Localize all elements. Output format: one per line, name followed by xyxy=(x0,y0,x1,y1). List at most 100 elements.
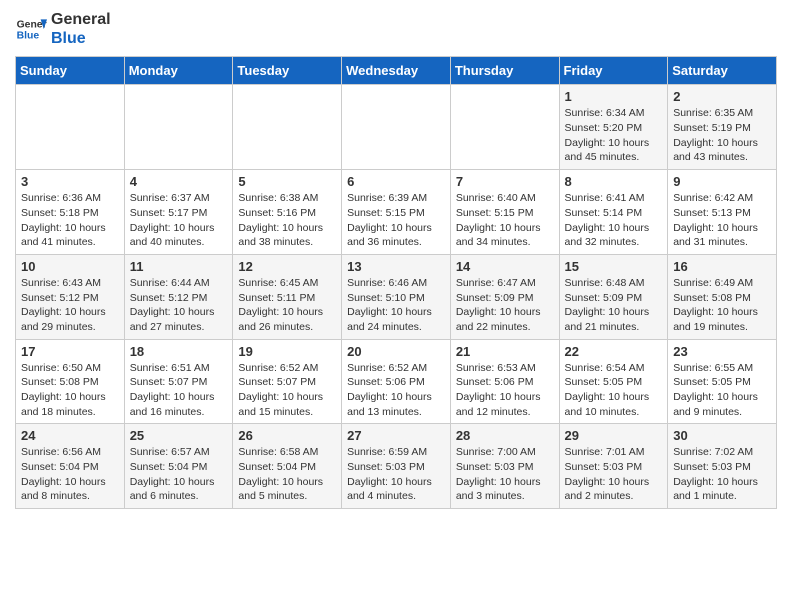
calendar-cell: 19 Sunrise: 6:52 AM Sunset: 5:07 PM Dayli… xyxy=(233,339,342,424)
day-number: 14 xyxy=(456,259,554,274)
calendar-cell: 11 Sunrise: 6:44 AM Sunset: 5:12 PM Dayli… xyxy=(124,254,233,339)
calendar-cell: 5Sunrise: 6:38 AM Sunset: 5:16 PM Daylig… xyxy=(233,170,342,255)
day-number: 6 xyxy=(347,174,445,189)
day-info: Sunrise: 6:54 AM Sunset: 5:05 PM Dayligh… xyxy=(565,361,663,420)
calendar-cell: 22 Sunrise: 6:54 AM Sunset: 5:05 PM Dayli… xyxy=(559,339,668,424)
day-number: 20 xyxy=(347,344,445,359)
calendar-cell: 15 Sunrise: 6:48 AM Sunset: 5:09 PM Dayli… xyxy=(559,254,668,339)
svg-text:Blue: Blue xyxy=(17,31,40,42)
day-number: 28 xyxy=(456,428,554,443)
day-info: Sunrise: 6:59 AM Sunset: 5:03 PM Dayligh… xyxy=(347,445,445,504)
weekday-header-wednesday: Wednesday xyxy=(342,57,451,85)
day-info: Sunrise: 6:50 AM Sunset: 5:08 PM Dayligh… xyxy=(21,361,119,420)
day-number: 29 xyxy=(565,428,663,443)
day-info: Sunrise: 6:36 AM Sunset: 5:18 PM Dayligh… xyxy=(21,191,119,250)
calendar-body: 1Sunrise: 6:34 AM Sunset: 5:20 PM Daylig… xyxy=(16,85,777,509)
day-info: Sunrise: 6:42 AM Sunset: 5:13 PM Dayligh… xyxy=(673,191,771,250)
calendar-cell: 16 Sunrise: 6:49 AM Sunset: 5:08 PM Dayli… xyxy=(668,254,777,339)
day-number: 2 xyxy=(673,89,771,104)
day-number: 15 xyxy=(565,259,663,274)
day-info: Sunrise: 7:02 AM Sunset: 5:03 PM Dayligh… xyxy=(673,445,771,504)
day-info: Sunrise: 6:47 AM Sunset: 5:09 PM Dayligh… xyxy=(456,276,554,335)
weekday-header-tuesday: Tuesday xyxy=(233,57,342,85)
calendar-cell xyxy=(124,85,233,170)
week-row-2: 3 Sunrise: 6:36 AM Sunset: 5:18 PM Daylig… xyxy=(16,170,777,255)
day-number: 25 xyxy=(130,428,228,443)
day-info: Sunrise: 6:51 AM Sunset: 5:07 PM Dayligh… xyxy=(130,361,228,420)
day-number: 4 xyxy=(130,174,228,189)
day-info: Sunrise: 6:41 AM Sunset: 5:14 PM Dayligh… xyxy=(565,191,663,250)
calendar-cell: 1Sunrise: 6:34 AM Sunset: 5:20 PM Daylig… xyxy=(559,85,668,170)
day-info: Sunrise: 7:01 AM Sunset: 5:03 PM Dayligh… xyxy=(565,445,663,504)
calendar-cell: 9 Sunrise: 6:42 AM Sunset: 5:13 PM Daylig… xyxy=(668,170,777,255)
weekday-header-friday: Friday xyxy=(559,57,668,85)
day-number: 22 xyxy=(565,344,663,359)
day-info: Sunrise: 6:46 AM Sunset: 5:10 PM Dayligh… xyxy=(347,276,445,335)
calendar-cell: 23Sunrise: 6:55 AM Sunset: 5:05 PM Dayli… xyxy=(668,339,777,424)
day-number: 17 xyxy=(21,344,119,359)
day-info: Sunrise: 6:35 AM Sunset: 5:19 PM Dayligh… xyxy=(673,106,771,165)
calendar-cell: 4 Sunrise: 6:37 AM Sunset: 5:17 PM Daylig… xyxy=(124,170,233,255)
day-info: Sunrise: 6:53 AM Sunset: 5:06 PM Dayligh… xyxy=(456,361,554,420)
calendar-cell xyxy=(233,85,342,170)
calendar-cell: 26 Sunrise: 6:58 AM Sunset: 5:04 PM Dayli… xyxy=(233,424,342,509)
calendar-cell xyxy=(16,85,125,170)
day-info: Sunrise: 6:49 AM Sunset: 5:08 PM Dayligh… xyxy=(673,276,771,335)
week-row-3: 10Sunrise: 6:43 AM Sunset: 5:12 PM Dayli… xyxy=(16,254,777,339)
day-number: 1 xyxy=(565,89,663,104)
day-number: 11 xyxy=(130,259,228,274)
day-info: Sunrise: 6:37 AM Sunset: 5:17 PM Dayligh… xyxy=(130,191,228,250)
day-info: Sunrise: 6:56 AM Sunset: 5:04 PM Dayligh… xyxy=(21,445,119,504)
day-info: Sunrise: 6:58 AM Sunset: 5:04 PM Dayligh… xyxy=(238,445,336,504)
day-number: 16 xyxy=(673,259,771,274)
calendar-cell xyxy=(342,85,451,170)
page-header: General Blue General Blue xyxy=(15,10,777,48)
calendar-cell: 6 Sunrise: 6:39 AM Sunset: 5:15 PM Daylig… xyxy=(342,170,451,255)
day-number: 27 xyxy=(347,428,445,443)
day-number: 21 xyxy=(456,344,554,359)
day-info: Sunrise: 6:52 AM Sunset: 5:06 PM Dayligh… xyxy=(347,361,445,420)
day-info: Sunrise: 6:38 AM Sunset: 5:16 PM Dayligh… xyxy=(238,191,336,250)
day-number: 18 xyxy=(130,344,228,359)
day-info: Sunrise: 6:44 AM Sunset: 5:12 PM Dayligh… xyxy=(130,276,228,335)
day-info: Sunrise: 7:00 AM Sunset: 5:03 PM Dayligh… xyxy=(456,445,554,504)
day-info: Sunrise: 6:52 AM Sunset: 5:07 PM Dayligh… xyxy=(238,361,336,420)
day-info: Sunrise: 6:45 AM Sunset: 5:11 PM Dayligh… xyxy=(238,276,336,335)
day-number: 13 xyxy=(347,259,445,274)
calendar-cell: 30 Sunrise: 7:02 AM Sunset: 5:03 PM Dayli… xyxy=(668,424,777,509)
calendar-cell: 10Sunrise: 6:43 AM Sunset: 5:12 PM Dayli… xyxy=(16,254,125,339)
day-info: Sunrise: 6:40 AM Sunset: 5:15 PM Dayligh… xyxy=(456,191,554,250)
logo-text: General Blue xyxy=(51,10,111,48)
calendar-cell: 21 Sunrise: 6:53 AM Sunset: 5:06 PM Dayli… xyxy=(450,339,559,424)
day-number: 24 xyxy=(21,428,119,443)
day-number: 3 xyxy=(21,174,119,189)
calendar-cell: 7Sunrise: 6:40 AM Sunset: 5:15 PM Daylig… xyxy=(450,170,559,255)
weekday-header-row: SundayMondayTuesdayWednesdayThursdayFrid… xyxy=(16,57,777,85)
calendar-cell: 27 Sunrise: 6:59 AM Sunset: 5:03 PM Dayli… xyxy=(342,424,451,509)
day-info: Sunrise: 6:43 AM Sunset: 5:12 PM Dayligh… xyxy=(21,276,119,335)
calendar-cell: 28 Sunrise: 7:00 AM Sunset: 5:03 PM Dayli… xyxy=(450,424,559,509)
calendar-cell: 17 Sunrise: 6:50 AM Sunset: 5:08 PM Dayli… xyxy=(16,339,125,424)
day-number: 9 xyxy=(673,174,771,189)
calendar-cell: 13 Sunrise: 6:46 AM Sunset: 5:10 PM Dayli… xyxy=(342,254,451,339)
day-number: 23 xyxy=(673,344,771,359)
day-number: 30 xyxy=(673,428,771,443)
week-row-1: 1Sunrise: 6:34 AM Sunset: 5:20 PM Daylig… xyxy=(16,85,777,170)
week-row-4: 17 Sunrise: 6:50 AM Sunset: 5:08 PM Dayli… xyxy=(16,339,777,424)
calendar-cell xyxy=(450,85,559,170)
logo-icon: General Blue xyxy=(15,13,47,45)
day-number: 12 xyxy=(238,259,336,274)
day-number: 26 xyxy=(238,428,336,443)
calendar-cell: 12 Sunrise: 6:45 AM Sunset: 5:11 PM Dayli… xyxy=(233,254,342,339)
calendar-cell: 18 Sunrise: 6:51 AM Sunset: 5:07 PM Dayli… xyxy=(124,339,233,424)
calendar-cell: 20 Sunrise: 6:52 AM Sunset: 5:06 PM Dayli… xyxy=(342,339,451,424)
week-row-5: 24 Sunrise: 6:56 AM Sunset: 5:04 PM Dayli… xyxy=(16,424,777,509)
day-number: 19 xyxy=(238,344,336,359)
logo: General Blue General Blue xyxy=(15,10,111,48)
weekday-header-thursday: Thursday xyxy=(450,57,559,85)
calendar-cell: 3 Sunrise: 6:36 AM Sunset: 5:18 PM Daylig… xyxy=(16,170,125,255)
day-info: Sunrise: 6:48 AM Sunset: 5:09 PM Dayligh… xyxy=(565,276,663,335)
day-info: Sunrise: 6:39 AM Sunset: 5:15 PM Dayligh… xyxy=(347,191,445,250)
weekday-header-sunday: Sunday xyxy=(16,57,125,85)
day-info: Sunrise: 6:57 AM Sunset: 5:04 PM Dayligh… xyxy=(130,445,228,504)
